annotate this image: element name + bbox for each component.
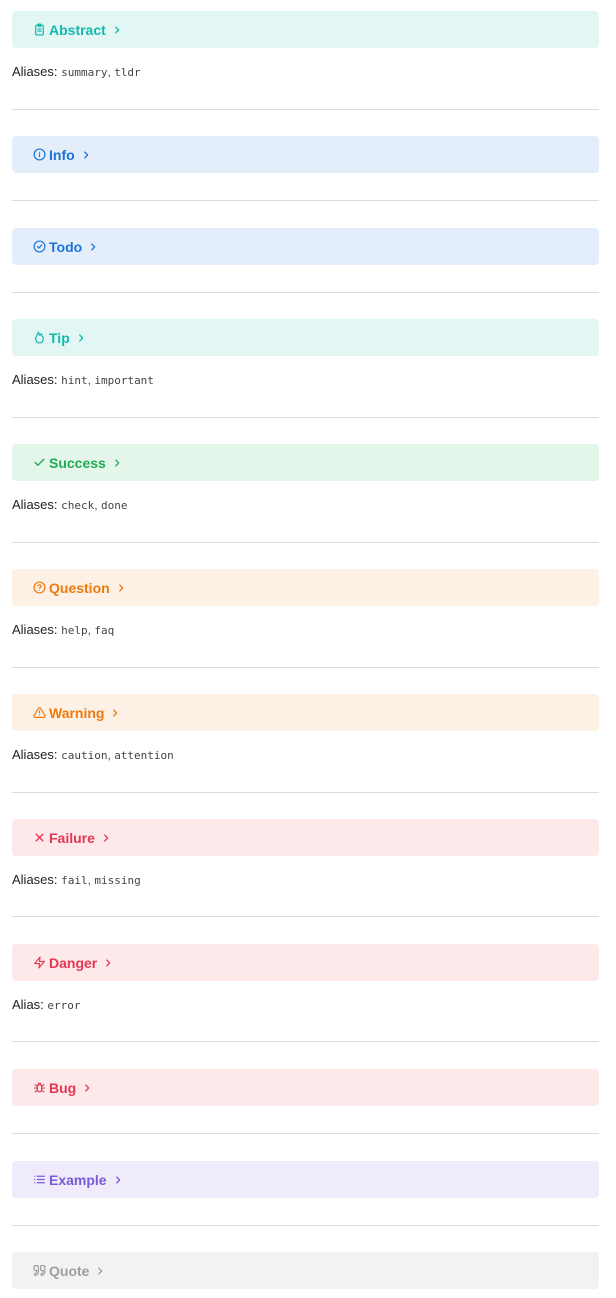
chevron-right-icon <box>110 708 120 718</box>
alias-code: faq <box>94 624 115 637</box>
check-circle-icon <box>32 240 46 254</box>
x-icon <box>32 831 46 845</box>
aliases-label: Aliases: <box>12 872 58 887</box>
chevron-right-icon <box>95 1266 105 1276</box>
callout-title: Example <box>49 1171 107 1188</box>
divider <box>12 542 599 543</box>
callout-gallery: Abstract Aliases: summary, tldr Info Tod… <box>0 0 616 1298</box>
divider <box>12 667 599 668</box>
callout-title: Tip <box>49 329 70 346</box>
chevron-right-icon <box>116 583 126 593</box>
chevron-right-icon <box>82 1083 92 1093</box>
callout-title: Quote <box>49 1262 90 1279</box>
flame-icon <box>32 331 46 345</box>
aliases-label: Aliases: <box>12 747 58 762</box>
aliases-tip: Aliases: hint, important <box>12 372 154 387</box>
callout-title: Success <box>49 454 106 471</box>
aliases-warning: Aliases: caution, attention <box>12 747 174 762</box>
callout-danger[interactable]: Danger <box>12 944 599 981</box>
alias-code: hint <box>61 374 88 387</box>
callout-todo[interactable]: Todo <box>12 228 599 265</box>
alias-code: caution <box>61 749 108 762</box>
chevron-right-icon <box>112 25 122 35</box>
divider <box>12 109 599 110</box>
chevron-right-icon <box>113 1175 123 1185</box>
callout-title: Todo <box>49 238 83 255</box>
aliases-label: Aliases: <box>12 372 58 387</box>
divider <box>12 417 599 418</box>
callout-success[interactable]: Success <box>12 444 599 481</box>
callout-title: Bug <box>49 1079 77 1096</box>
alias-code: missing <box>94 874 141 887</box>
callout-quote[interactable]: Quote <box>12 1252 599 1289</box>
callout-example[interactable]: Example <box>12 1161 599 1198</box>
aliases-danger: Alias: error <box>12 997 81 1014</box>
callout-title: Info <box>49 146 75 163</box>
callout-abstract[interactable]: Abstract <box>12 11 599 48</box>
zap-icon <box>32 956 46 970</box>
divider <box>12 1133 599 1134</box>
aliases-label: Aliases: <box>12 64 58 79</box>
checkmark-icon <box>32 456 46 470</box>
clipboard-icon <box>32 23 46 37</box>
callout-bug[interactable]: Bug <box>12 1069 599 1106</box>
alias-code: important <box>94 374 154 387</box>
divider <box>12 792 599 793</box>
divider <box>12 200 599 201</box>
quote-icon <box>32 1264 46 1278</box>
divider <box>12 1225 599 1226</box>
alias-code: tldr <box>114 66 141 79</box>
alias-code: summary <box>61 66 108 79</box>
help-circle-icon <box>32 581 46 595</box>
chevron-right-icon <box>103 958 113 968</box>
callout-title: Warning <box>49 704 105 721</box>
chevron-right-icon <box>101 833 111 843</box>
bug-icon <box>32 1081 46 1095</box>
divider <box>12 1041 599 1042</box>
aliases-failure: Aliases: fail, missing <box>12 872 141 887</box>
callout-failure[interactable]: Failure <box>12 819 599 856</box>
list-icon <box>32 1173 46 1187</box>
alias-code: check <box>61 499 95 512</box>
callout-title: Danger <box>49 954 98 971</box>
alias-code: done <box>100 499 128 512</box>
chevron-right-icon <box>88 242 98 252</box>
aliases-label: Alias: <box>12 997 44 1012</box>
chevron-right-icon <box>112 458 122 468</box>
chevron-right-icon <box>76 333 86 343</box>
info-circle-icon <box>32 148 46 162</box>
callout-question[interactable]: Question <box>12 569 599 606</box>
callout-info[interactable]: Info <box>12 136 599 173</box>
alias-code: error <box>47 999 81 1012</box>
callout-warning[interactable]: Warning <box>12 694 599 731</box>
callout-title: Question <box>49 579 110 596</box>
aliases-label: Aliases: <box>12 497 58 512</box>
alert-triangle-icon <box>32 706 46 720</box>
callout-title: Failure <box>49 829 95 846</box>
alias-code: fail <box>61 874 88 887</box>
aliases-label: Aliases: <box>12 622 58 637</box>
aliases-question: Aliases: help, faq <box>12 622 115 637</box>
aliases-success: Aliases: check, done <box>12 497 128 512</box>
alias-code: help <box>61 624 88 637</box>
callout-tip[interactable]: Tip <box>12 319 599 356</box>
divider <box>12 916 599 917</box>
alias-code: attention <box>114 749 174 762</box>
aliases-abstract: Aliases: summary, tldr <box>12 64 141 79</box>
callout-title: Abstract <box>49 21 106 38</box>
chevron-right-icon <box>81 150 91 160</box>
divider <box>12 292 599 293</box>
